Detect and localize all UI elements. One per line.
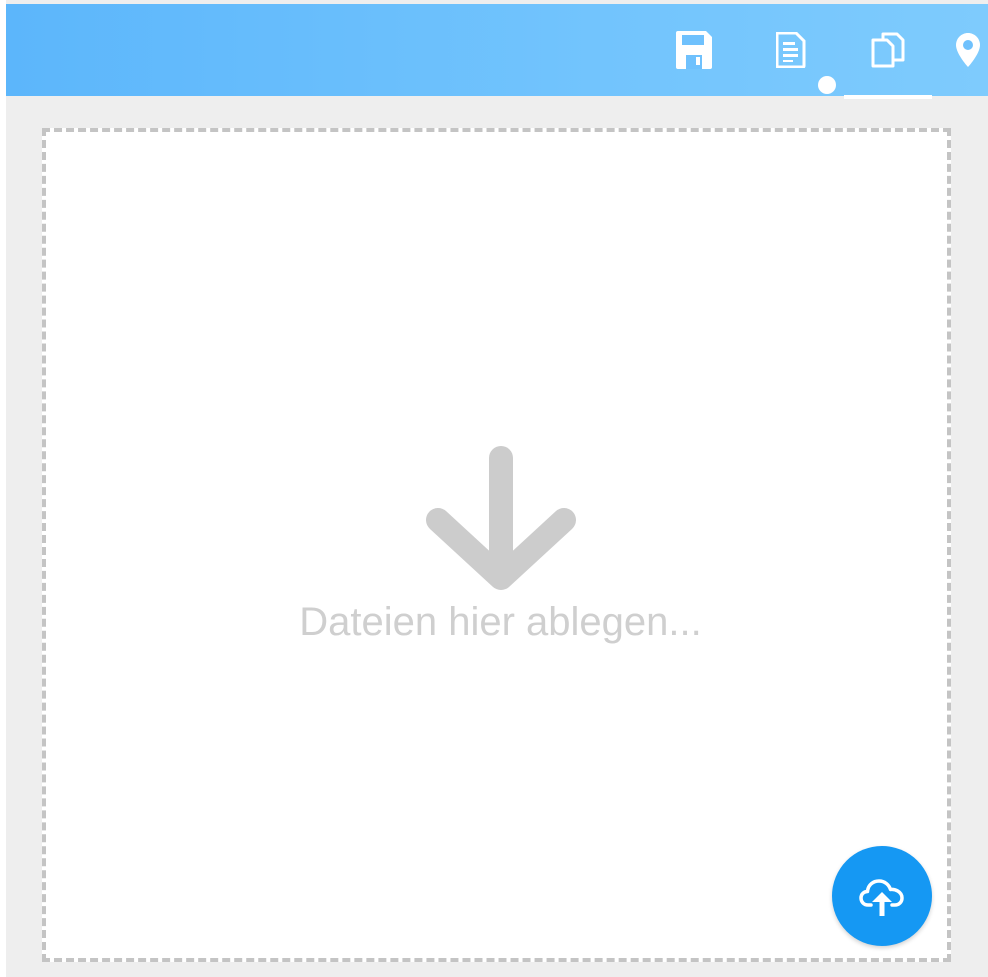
active-tab-indicator [844,95,932,99]
files-tab[interactable] [846,4,930,96]
floppy-disk-icon [676,31,712,69]
location-tab[interactable] [934,4,988,96]
map-pin-icon [956,33,980,67]
copy-icon [871,32,905,68]
dropzone-label: Dateien hier ablegen... [299,600,702,644]
app-window: Dateien hier ablegen... [6,0,988,977]
save-button[interactable] [654,4,734,96]
arrow-down-icon [426,446,576,590]
top-toolbar [6,4,988,99]
notification-dot [818,76,836,94]
upload-button[interactable] [832,846,932,946]
document-icon [776,32,806,68]
cloud-upload-icon [859,879,904,916]
